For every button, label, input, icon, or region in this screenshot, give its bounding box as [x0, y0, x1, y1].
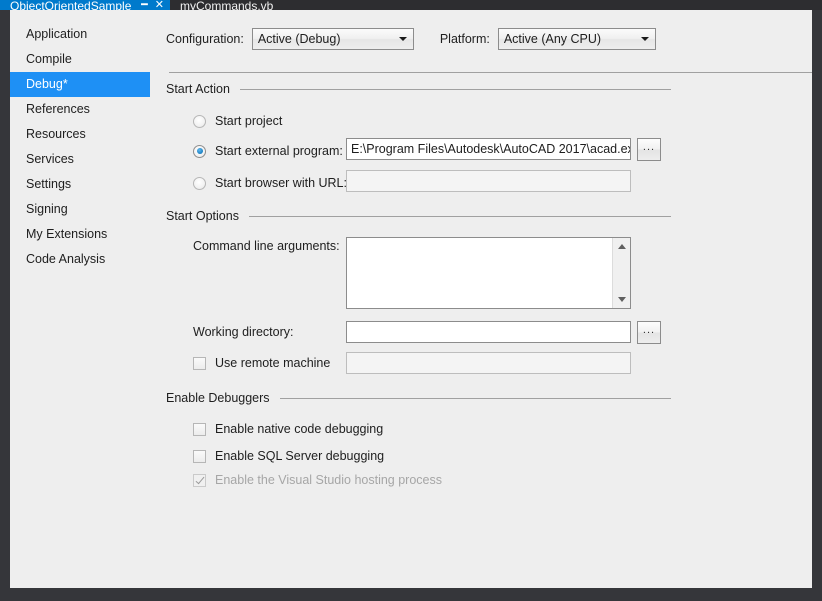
- radio-start-browser-with-url[interactable]: Start browser with URL:: [193, 176, 347, 190]
- sidebar-item-signing[interactable]: Signing: [10, 197, 150, 222]
- browser-url-input[interactable]: [346, 170, 631, 192]
- tab-icon-group: ━ ✕: [141, 0, 164, 10]
- platform-dropdown[interactable]: Active (Any CPU): [497, 28, 656, 50]
- start-options-group-header: Start Options: [166, 209, 671, 223]
- start-action-group-header: Start Action: [166, 82, 671, 96]
- command-line-scrollbar[interactable]: [612, 238, 630, 308]
- sidebar-item-compile[interactable]: Compile: [10, 47, 150, 72]
- sidebar-item-services[interactable]: Services: [10, 147, 150, 172]
- sidebar-item-code-analysis[interactable]: Code Analysis: [10, 247, 150, 272]
- sidebar-item-label: Application: [26, 27, 88, 41]
- checkbox-icon[interactable]: [193, 356, 206, 370]
- sidebar-item-label: References: [26, 102, 90, 116]
- sidebar-item-label: Signing: [26, 202, 68, 216]
- remote-machine-input[interactable]: [346, 352, 631, 374]
- group-divider-line: [279, 397, 671, 399]
- enable-debuggers-title: Enable Debuggers: [166, 391, 270, 405]
- checkbox-label: Enable the Visual Studio hosting process: [215, 473, 443, 487]
- project-properties-window: Application Compile Debug* References Re…: [10, 10, 812, 588]
- sidebar-item-label: Settings: [26, 177, 72, 191]
- sidebar-item-label: Resources: [26, 127, 86, 141]
- debug-properties-pane: Configuration: Active (Debug) Platform: …: [150, 10, 812, 588]
- sidebar-item-label: Services: [26, 152, 74, 166]
- pane-divider: [169, 72, 812, 73]
- sidebar-item-label: Code Analysis: [26, 252, 106, 266]
- checkbox-label: Enable SQL Server debugging: [215, 449, 385, 463]
- configuration-dropdown[interactable]: Active (Debug): [251, 28, 414, 50]
- enable-sql-server-debugging-checkbox[interactable]: Enable SQL Server debugging: [193, 449, 384, 463]
- external-program-browse-button[interactable]: ...: [637, 138, 661, 161]
- sidebar-item-my-extensions[interactable]: My Extensions: [10, 222, 150, 247]
- working-directory-input[interactable]: [346, 321, 631, 343]
- checkbox-icon[interactable]: [193, 449, 206, 463]
- scroll-down-arrow-icon[interactable]: [613, 291, 630, 308]
- sidebar-item-label: Debug*: [26, 77, 68, 91]
- sidebar-item-application[interactable]: Application: [10, 22, 150, 47]
- tab-my-commands-vb[interactable]: myCommands.vb: [172, 0, 322, 10]
- enable-native-code-debugging-checkbox[interactable]: Enable native code debugging: [193, 422, 383, 436]
- checkbox-label: Use remote machine: [215, 356, 331, 370]
- sidebar-item-resources[interactable]: Resources: [10, 122, 150, 147]
- checkbox-label: Enable native code debugging: [215, 422, 384, 436]
- tab-object-oriented-sample[interactable]: ObjectOrientedSample ━ ✕: [0, 0, 170, 10]
- radio-start-project[interactable]: Start project: [193, 114, 282, 128]
- visual-studio-window: ObjectOrientedSample ━ ✕ myCommands.vb A…: [0, 0, 822, 601]
- sidebar-item-label: My Extensions: [26, 227, 108, 241]
- properties-sidebar: Application Compile Debug* References Re…: [10, 10, 160, 588]
- working-directory-browse-button[interactable]: ...: [637, 321, 661, 344]
- command-line-arguments-label: Command line arguments:: [193, 239, 340, 253]
- sidebar-item-references[interactable]: References: [10, 97, 150, 122]
- radio-label: Start project: [215, 114, 283, 128]
- radio-button-icon[interactable]: [193, 176, 206, 190]
- scroll-up-arrow-icon[interactable]: [613, 238, 630, 255]
- close-icon[interactable]: ✕: [155, 0, 164, 10]
- pin-icon[interactable]: ━: [141, 0, 148, 10]
- use-remote-machine-checkbox[interactable]: Use remote machine: [193, 356, 330, 370]
- chevron-down-icon: [398, 37, 407, 41]
- external-program-path-input[interactable]: E:\Program Files\Autodesk\AutoCAD 2017\a…: [346, 138, 631, 160]
- chevron-down-icon: [640, 37, 649, 41]
- working-directory-label: Working directory:: [193, 325, 294, 339]
- enable-debuggers-group-header: Enable Debuggers: [166, 391, 671, 405]
- tab-label: ObjectOrientedSample: [10, 0, 132, 10]
- radio-label: Start browser with URL:: [215, 176, 347, 190]
- sidebar-item-debug[interactable]: Debug*: [10, 72, 160, 97]
- group-divider-line: [248, 215, 671, 217]
- configuration-label: Configuration:: [166, 32, 244, 46]
- platform-label: Platform:: [439, 32, 490, 46]
- radio-label: Start external program:: [215, 144, 343, 158]
- checkbox-icon: [193, 473, 206, 487]
- radio-button-icon[interactable]: [193, 144, 206, 158]
- enable-vs-hosting-process-checkbox: Enable the Visual Studio hosting process: [193, 473, 442, 487]
- configuration-platform-row: Configuration: Active (Debug) Platform: …: [166, 28, 656, 50]
- sidebar-item-settings[interactable]: Settings: [10, 172, 150, 197]
- start-options-title: Start Options: [166, 209, 239, 223]
- configuration-value: Active (Debug): [257, 32, 341, 46]
- tab-label: myCommands.vb: [180, 0, 274, 10]
- group-divider-line: [239, 88, 671, 90]
- platform-value: Active (Any CPU): [503, 32, 602, 46]
- start-action-title: Start Action: [166, 82, 230, 96]
- sidebar-item-label: Compile: [26, 52, 72, 66]
- radio-start-external-program[interactable]: Start external program:: [193, 144, 343, 158]
- editor-tab-strip: ObjectOrientedSample ━ ✕ myCommands.vb: [0, 0, 822, 10]
- radio-button-icon[interactable]: [193, 114, 206, 128]
- checkbox-icon[interactable]: [193, 422, 206, 436]
- command-line-arguments-input[interactable]: [346, 237, 631, 309]
